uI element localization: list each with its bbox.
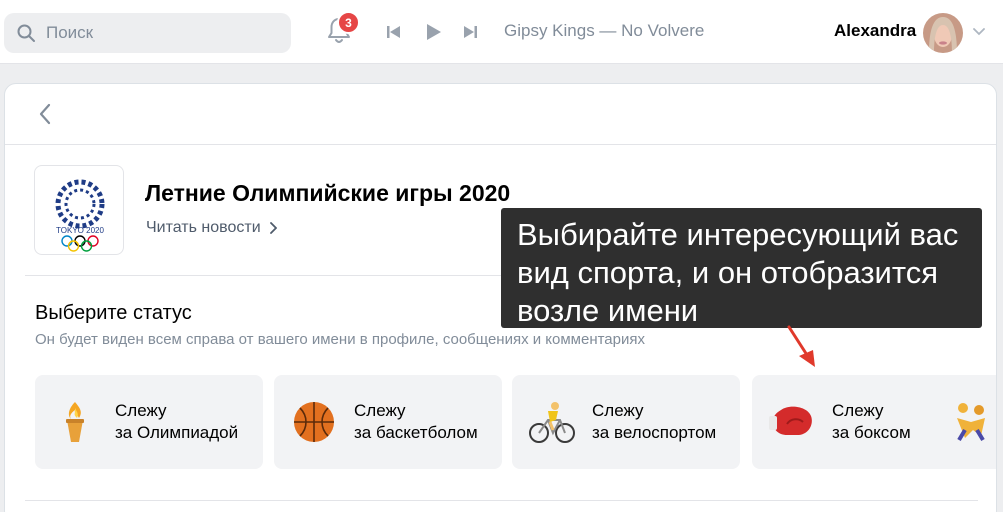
next-icon [464,26,477,38]
back-arrow-icon[interactable] [35,102,55,126]
user-name[interactable]: Alexandra [834,21,916,41]
status-option-line1: Слежу [354,401,406,420]
play-button[interactable] [425,23,443,41]
status-option-line1: Слежу [832,401,884,420]
status-option-line2: за баскетболом [354,423,478,442]
header-divider [5,144,996,145]
search-placeholder: Поиск [46,23,94,42]
status-option-line2: за Олимпиадой [115,423,239,442]
wrestlers-icon [957,403,985,442]
search-icon [17,24,35,42]
status-option-olympics[interactable]: Слежу за Олимпиадой [35,375,263,469]
read-news-link[interactable]: Читать новости [146,219,277,237]
annotation-tooltip: Выбирайте интересующий вас вид спорта, и… [501,208,982,328]
logo-text: TOKYO 2020 [56,226,104,235]
cyclist-icon [529,402,575,443]
next-track-button[interactable] [462,23,478,41]
page-title: Летние Олимпийские игры 2020 [145,180,511,206]
avatar[interactable] [923,13,963,53]
olympics-logo: TOKYO 2020 [34,165,124,255]
play-icon [427,24,441,40]
status-option-line2: за велоспортом [592,423,717,442]
previous-icon [387,26,400,38]
arrow-icon [787,325,815,367]
top-bar: Поиск 3 Gipsy Kings — No Volvere Alexand… [0,0,1003,64]
bottom-divider [25,500,978,501]
search-input[interactable]: Поиск [4,13,291,53]
chevron-down-icon[interactable] [973,28,985,36]
status-option-cycling[interactable]: Слежу за велоспортом [512,375,740,469]
basketball-icon [294,402,334,442]
notification-badge: 3 [337,11,360,34]
read-news-label: Читать новости [146,219,261,236]
status-option-line2: за боксом [832,423,911,442]
status-option-line1: Слежу [592,401,644,420]
now-playing-track[interactable]: Gipsy Kings — No Volvere [504,21,704,41]
status-option-basketball[interactable]: Слежу за баскетболом [274,375,502,469]
previous-track-button[interactable] [386,23,402,41]
status-option-wrestling[interactable] [941,375,996,469]
status-option-line1: Слежу [115,401,167,420]
chevron-right-icon [269,222,277,234]
torch-icon [66,402,84,442]
status-heading: Выберите статус [35,302,192,324]
boxing-glove-icon [769,406,812,435]
status-subtitle: Он будет виден всем справа от вашего име… [35,331,645,348]
